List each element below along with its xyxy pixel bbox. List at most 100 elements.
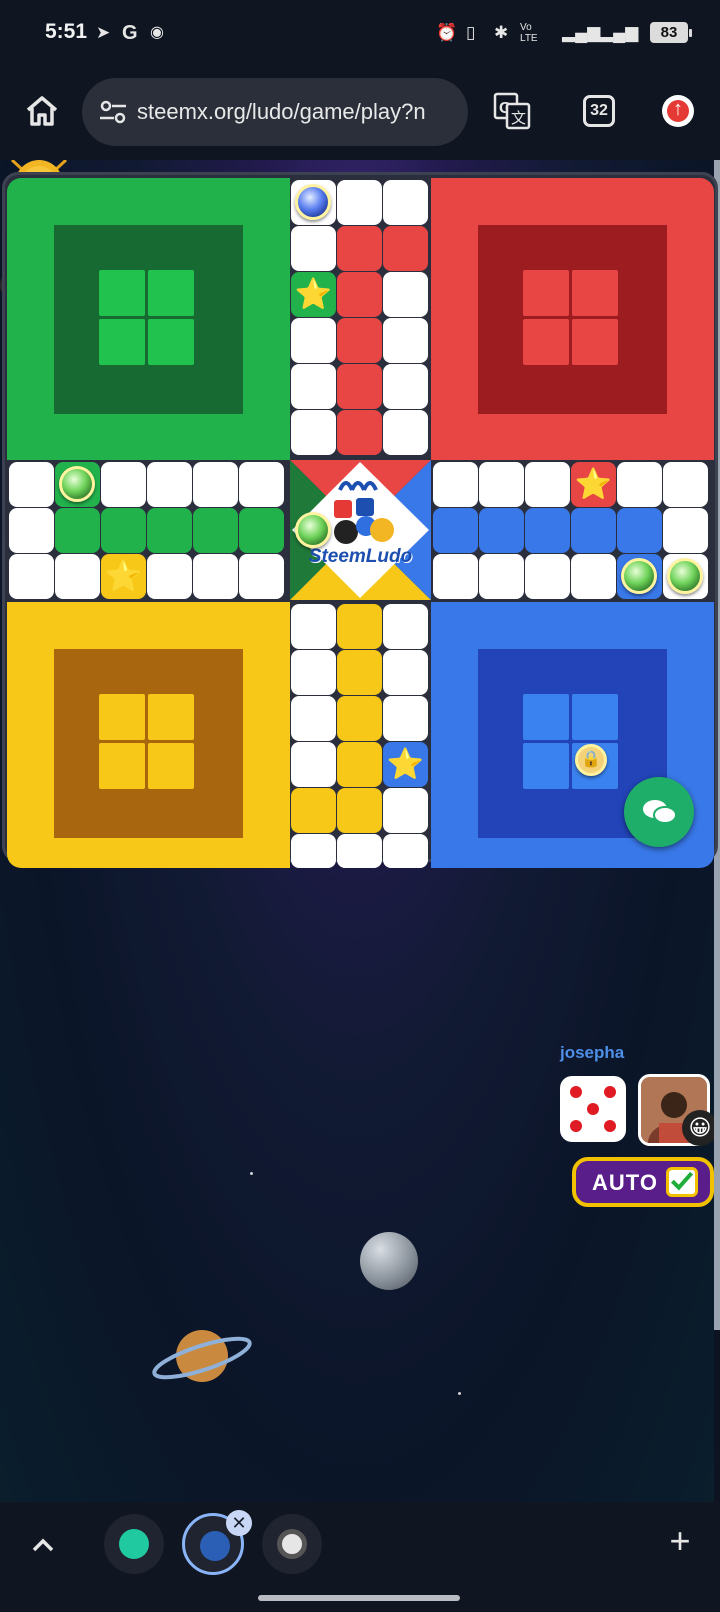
board-cell[interactable] — [433, 462, 478, 507]
board-cell-red[interactable] — [337, 272, 382, 317]
board-cell[interactable] — [479, 554, 524, 599]
auto-play-toggle[interactable]: AUTO — [572, 1157, 714, 1207]
board-cell[interactable] — [291, 364, 336, 409]
home-seats[interactable] — [99, 694, 194, 789]
board-cell[interactable] — [383, 788, 428, 833]
token-green[interactable] — [621, 558, 657, 594]
board-cell[interactable] — [147, 462, 192, 507]
board-cell-red[interactable] — [383, 226, 428, 271]
token-green[interactable] — [59, 466, 95, 502]
board-cell-green-safe[interactable]: ⭐ — [291, 272, 336, 317]
board-cell[interactable] — [383, 834, 428, 868]
board-cell-red[interactable] — [337, 410, 382, 455]
chat-button[interactable] — [624, 777, 694, 847]
token-blue[interactable] — [295, 184, 331, 220]
board-cell[interactable] — [9, 554, 54, 599]
emoji-icon[interactable]: 😀 — [682, 1110, 714, 1146]
board-cell[interactable] — [525, 462, 570, 507]
dice-button[interactable] — [560, 1076, 626, 1142]
board-cell[interactable] — [291, 696, 336, 741]
home-seats[interactable] — [523, 270, 618, 365]
board-cell[interactable] — [291, 318, 336, 363]
board-cell-red[interactable] — [337, 364, 382, 409]
board-cell-yellow-safe[interactable]: ⭐ — [101, 554, 146, 599]
board-cell[interactable] — [239, 462, 284, 507]
board-cell[interactable] — [9, 462, 54, 507]
board-cell[interactable] — [9, 508, 54, 553]
vibrate-icon: ▯ — [466, 23, 476, 42]
board-cell[interactable] — [433, 554, 478, 599]
board-cell[interactable] — [525, 554, 570, 599]
board-cell[interactable] — [383, 696, 428, 741]
tune-icon[interactable] — [98, 100, 128, 124]
close-icon[interactable]: ✕ — [226, 1510, 252, 1536]
dice-pip — [604, 1120, 616, 1132]
board-cell[interactable] — [383, 364, 428, 409]
board-cell-green[interactable] — [55, 508, 100, 553]
board-cell[interactable] — [337, 180, 382, 225]
board-cell[interactable] — [291, 604, 336, 649]
board-cell-yellow[interactable] — [337, 742, 382, 787]
url-text[interactable]: steemx.org/ludo/game/play?n — [137, 99, 457, 125]
tab-thumbnail[interactable] — [104, 1514, 164, 1574]
board-cell-green[interactable] — [101, 508, 146, 553]
board-cell-yellow[interactable] — [337, 788, 382, 833]
tab-thumbnail[interactable] — [262, 1514, 322, 1574]
board-cell-green[interactable] — [239, 508, 284, 553]
board-cell-green[interactable] — [147, 508, 192, 553]
home-seats[interactable] — [523, 694, 618, 789]
tabs-button[interactable]: 32 — [583, 95, 615, 127]
board-cell[interactable] — [291, 742, 336, 787]
board-cell[interactable] — [291, 650, 336, 695]
board-cell[interactable] — [383, 272, 428, 317]
board-cell-green[interactable] — [193, 508, 238, 553]
board-cell[interactable] — [291, 410, 336, 455]
board-cell[interactable] — [147, 554, 192, 599]
board-cell[interactable] — [383, 410, 428, 455]
board-cell-red[interactable] — [337, 318, 382, 363]
board-cell[interactable] — [383, 318, 428, 363]
home-icon[interactable] — [24, 93, 60, 129]
board-cell-blue[interactable] — [433, 508, 478, 553]
logo-text: SteemLudo — [308, 546, 413, 567]
board-cell[interactable] — [101, 462, 146, 507]
board-cell[interactable] — [663, 508, 708, 553]
board-cell-yellow[interactable] — [291, 788, 336, 833]
plus-icon[interactable]: + — [663, 1523, 697, 1559]
board-cell[interactable] — [239, 554, 284, 599]
board-cell[interactable] — [193, 462, 238, 507]
url-bar[interactable]: steemx.org/ludo/game/play?n — [82, 78, 468, 146]
board-cell[interactable] — [383, 180, 428, 225]
board-cell[interactable] — [291, 834, 336, 868]
home-seats[interactable] — [99, 270, 194, 365]
board-cell[interactable] — [479, 462, 524, 507]
board-cell-blue-safe[interactable]: ⭐ — [383, 742, 428, 787]
ludo-board[interactable]: ⭐ ⭐ ⭐ ⭐ SteemLudo 🔒 — [7, 178, 714, 868]
board-cell[interactable] — [571, 554, 616, 599]
board-cell[interactable] — [291, 226, 336, 271]
update-icon[interactable] — [662, 95, 694, 127]
board-cell[interactable] — [383, 604, 428, 649]
board-cell[interactable] — [383, 650, 428, 695]
token-green[interactable] — [667, 558, 703, 594]
board-cell[interactable] — [337, 834, 382, 868]
board-cell[interactable] — [663, 462, 708, 507]
board-cell[interactable] — [55, 554, 100, 599]
telegram-icon: ➤ — [96, 23, 111, 42]
board-cell[interactable] — [193, 554, 238, 599]
checkbox-checked-icon[interactable] — [666, 1167, 698, 1197]
token-green[interactable] — [295, 512, 331, 548]
board-cell-red[interactable] — [337, 226, 382, 271]
board-cell-blue[interactable] — [571, 508, 616, 553]
chevron-up-icon[interactable] — [28, 1530, 58, 1560]
translate-icon[interactable]: G 文 — [493, 92, 531, 130]
board-cell-red-safe[interactable]: ⭐ — [571, 462, 616, 507]
board-cell-yellow[interactable] — [337, 650, 382, 695]
board-cell[interactable] — [617, 462, 662, 507]
star-icon: ⭐ — [386, 748, 425, 781]
board-cell-blue[interactable] — [525, 508, 570, 553]
board-cell-yellow[interactable] — [337, 604, 382, 649]
board-cell-blue[interactable] — [617, 508, 662, 553]
board-cell-yellow[interactable] — [337, 696, 382, 741]
board-cell-blue[interactable] — [479, 508, 524, 553]
